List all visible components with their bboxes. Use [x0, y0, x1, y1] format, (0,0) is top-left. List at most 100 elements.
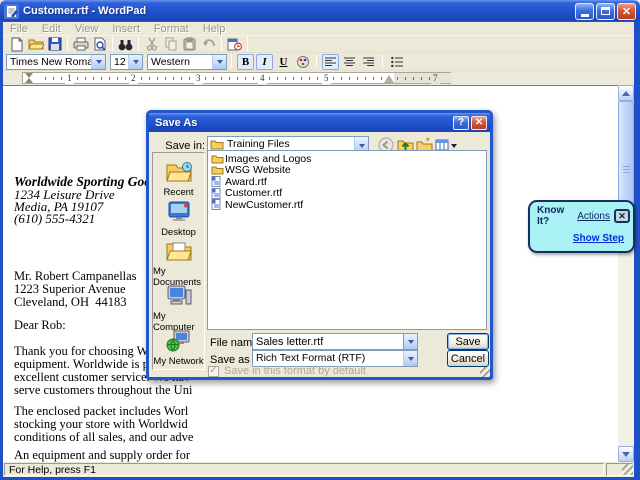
file-list-item[interactable]: WSG Website: [211, 164, 483, 177]
know-it-close-button[interactable]: ✕: [614, 209, 630, 223]
toolbar-separator: [231, 55, 232, 68]
svg-text:*: *: [426, 137, 430, 146]
rtf-document-icon: [211, 187, 225, 199]
know-it-title: Know It?: [537, 205, 565, 227]
menu-view[interactable]: View: [68, 23, 106, 35]
rtf-document-icon: [211, 199, 225, 211]
actions-link[interactable]: Actions: [577, 211, 610, 222]
hanging-indent-marker[interactable]: [25, 78, 33, 83]
my-computer-icon: [166, 284, 192, 310]
file-list-item[interactable]: Award.rtf: [211, 176, 483, 188]
cut-button[interactable]: [142, 36, 161, 52]
font-family-combo[interactable]: Times New Roman: [6, 53, 106, 70]
print-preview-button[interactable]: [90, 36, 109, 52]
dialog-title-bar: Save As ? ✕: [149, 113, 490, 132]
dialog-help-button[interactable]: ?: [453, 115, 469, 130]
font-color-button[interactable]: [294, 54, 311, 70]
my-network-icon: [166, 329, 192, 355]
find-button[interactable]: [116, 36, 135, 52]
chevron-down-icon[interactable]: [212, 54, 226, 69]
menu-insert[interactable]: Insert: [105, 23, 147, 35]
undo-button[interactable]: [199, 36, 218, 52]
file-name: WSG Website: [225, 164, 291, 177]
maximize-button[interactable]: [596, 2, 615, 20]
toolbar-separator: [112, 37, 113, 51]
folder-icon: [211, 154, 225, 164]
know-it-header: Know It? Actions ✕: [530, 202, 633, 227]
print-button[interactable]: [71, 36, 90, 52]
place-my-documents[interactable]: My Documents: [153, 239, 204, 288]
toolbar-separator: [221, 37, 222, 51]
place-label: Recent: [163, 187, 194, 198]
wordpad-icon: [4, 3, 19, 19]
font-script-combo[interactable]: Western: [147, 53, 227, 70]
save-as-dialog: Save As ? ✕ Save in: Training Files * Re…: [146, 110, 493, 380]
right-indent-marker[interactable]: [384, 75, 394, 83]
font-size-combo[interactable]: 12: [110, 53, 143, 70]
save-as-type-value: Rich Text Format (RTF): [256, 352, 366, 364]
align-left-button[interactable]: [322, 53, 339, 70]
window-title: Customer.rtf - WordPad: [23, 5, 147, 17]
file-name: Images and Logos: [225, 152, 312, 165]
font-family-value: Times New Roman: [10, 55, 91, 68]
vertical-scrollbar[interactable]: [618, 85, 634, 462]
file-name: Award.rtf: [225, 175, 267, 188]
ruler-number: 5: [322, 73, 331, 84]
desktop-icon: [167, 200, 191, 226]
align-center-button[interactable]: [341, 54, 358, 70]
bullets-button[interactable]: [388, 54, 405, 70]
ruler-number: 3: [194, 73, 203, 84]
minimize-button[interactable]: [575, 2, 594, 20]
my-documents-icon: [165, 239, 193, 265]
file-list-item[interactable]: Images and Logos: [211, 153, 483, 165]
copy-button[interactable]: [161, 36, 180, 52]
chevron-down-icon[interactable]: [128, 54, 142, 69]
align-right-button[interactable]: [360, 54, 377, 70]
place-desktop[interactable]: Desktop: [153, 200, 204, 240]
format-bar: Times New Roman 12 Western B I U: [3, 53, 634, 71]
save-button[interactable]: [45, 36, 64, 52]
recent-folder-icon: [165, 160, 193, 186]
toolbar-separator: [316, 55, 317, 68]
menu-format[interactable]: Format: [147, 23, 196, 35]
document-line: An equipment and supply order for: [14, 448, 191, 462]
ruler[interactable]: 1 2 3 4 5 7: [22, 72, 451, 84]
font-script-value: Western: [151, 55, 190, 68]
paste-button[interactable]: [180, 36, 199, 52]
resize-grip[interactable]: [622, 464, 633, 475]
chevron-down-icon[interactable]: [403, 351, 417, 366]
open-button[interactable]: [26, 36, 45, 52]
date-time-button[interactable]: [225, 36, 244, 52]
toolbar-separator: [247, 37, 248, 51]
cancel-button[interactable]: Cancel: [447, 350, 489, 367]
place-my-computer[interactable]: My Computer: [153, 284, 204, 333]
document-line: conditions of all sales, and our adve: [14, 430, 194, 444]
italic-button[interactable]: I: [256, 53, 273, 70]
file-name-input[interactable]: [252, 333, 403, 350]
menu-file[interactable]: File: [3, 23, 35, 35]
checkbox-checked-icon[interactable]: ✓: [208, 365, 219, 377]
scroll-down-button[interactable]: [618, 446, 634, 462]
chevron-down-icon[interactable]: [403, 333, 418, 350]
new-document-button[interactable]: [7, 36, 26, 52]
dialog-resize-grip[interactable]: [480, 367, 490, 377]
chevron-down-icon[interactable]: [91, 54, 105, 69]
show-step-link[interactable]: Show Step: [573, 233, 624, 244]
menu-help[interactable]: Help: [196, 23, 233, 35]
file-list[interactable]: Images and Logos WSG Website Award.rtf C…: [207, 150, 487, 330]
place-recent[interactable]: Recent: [153, 160, 204, 200]
place-my-network[interactable]: My Network: [153, 329, 204, 369]
dialog-body: Save in: Training Files * Recent Desktop: [149, 132, 490, 377]
save-confirm-button[interactable]: Save: [447, 333, 489, 350]
file-list-item[interactable]: NewCustomer.rtf: [211, 199, 483, 211]
close-button[interactable]: ✕: [617, 2, 636, 20]
file-name: Customer.rtf: [225, 187, 283, 200]
underline-button[interactable]: U: [275, 54, 292, 70]
bold-button[interactable]: B: [237, 53, 254, 70]
ruler-row: 1 2 3 4 5 7: [3, 71, 634, 85]
dialog-close-button[interactable]: ✕: [471, 115, 487, 130]
scroll-up-button[interactable]: [618, 85, 634, 101]
file-list-item[interactable]: Customer.rtf: [211, 187, 483, 200]
menu-edit[interactable]: Edit: [35, 23, 68, 35]
document-line: Cleveland, OH 44183: [14, 295, 127, 309]
